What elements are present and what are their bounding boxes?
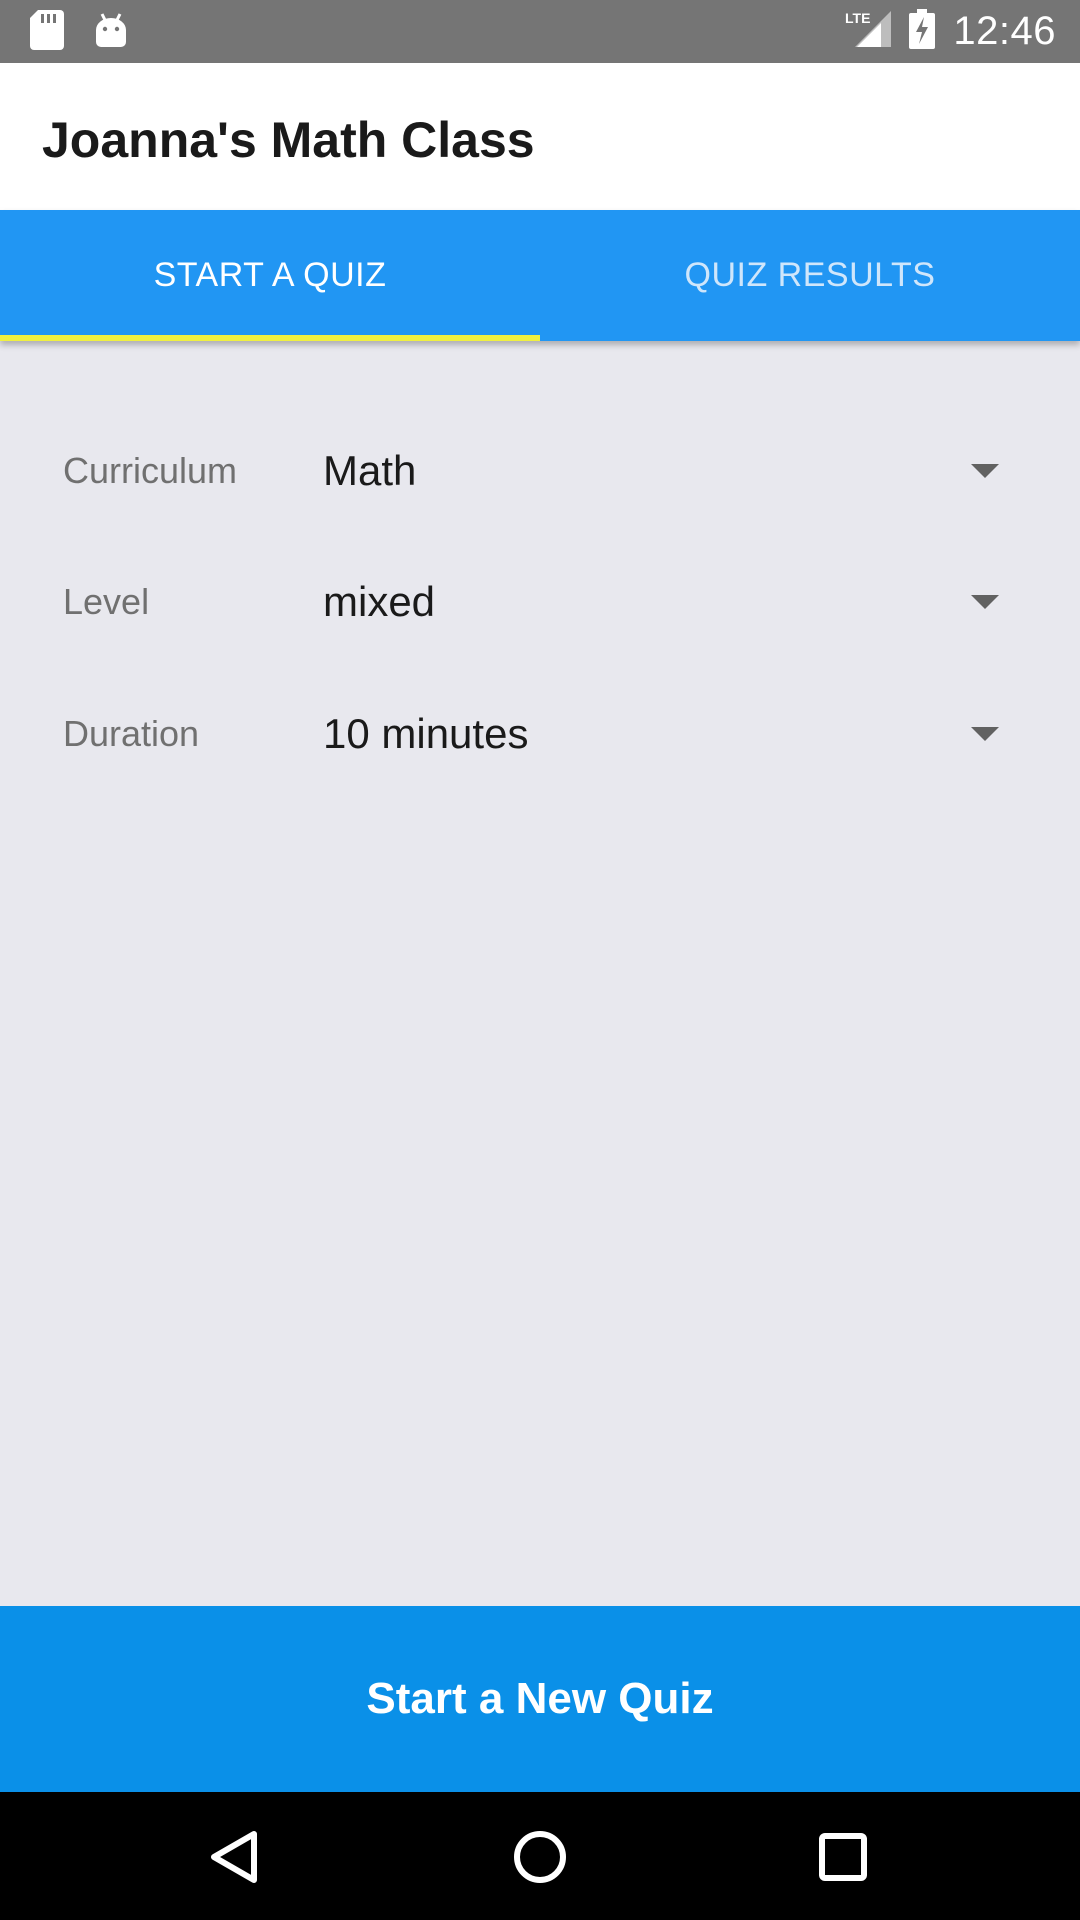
curriculum-dropdown[interactable]: Math — [300, 416, 1040, 526]
home-icon[interactable] — [505, 1822, 575, 1892]
start-new-quiz-button[interactable]: Start a New Quiz — [0, 1606, 1080, 1792]
duration-dropdown[interactable]: 10 minutes — [300, 679, 1040, 789]
level-row: Level mixed — [0, 547, 1080, 657]
tab-indicator — [0, 335, 540, 341]
level-label: Level — [63, 581, 150, 622]
level-value: mixed — [323, 578, 436, 625]
sd-card-icon — [30, 10, 64, 55]
lte-label: LTE — [845, 10, 870, 26]
duration-row: Duration 10 minutes — [0, 679, 1080, 789]
tab-label: START A QUIZ — [153, 256, 387, 294]
page-title: Joanna's Math Class — [42, 112, 535, 168]
curriculum-row: Curriculum Math — [0, 416, 1080, 526]
duration-label: Duration — [63, 713, 200, 754]
android-icon — [94, 12, 128, 53]
curriculum-value: Math — [323, 447, 417, 494]
signal-icon: LTE — [845, 9, 892, 54]
tab-start-a-quiz[interactable]: START A QUIZ — [0, 210, 540, 341]
duration-value: 10 minutes — [323, 710, 529, 757]
app-bar: Joanna's Math Class — [0, 63, 1080, 210]
tab-label: QUIZ RESULTS — [684, 256, 936, 294]
back-icon[interactable] — [200, 1822, 270, 1892]
battery-charging-icon — [909, 9, 936, 54]
tab-bar: START A QUIZ QUIZ RESULTS — [0, 210, 1080, 341]
dropdown-arrow-icon — [971, 464, 999, 478]
recents-icon[interactable] — [808, 1822, 878, 1892]
curriculum-label: Curriculum — [63, 450, 238, 491]
status-bar: LTE 12:46 — [0, 0, 1080, 63]
tab-quiz-results[interactable]: QUIZ RESULTS — [540, 210, 1080, 341]
dropdown-arrow-icon — [971, 727, 999, 741]
navigation-bar — [0, 1792, 1080, 1920]
dropdown-arrow-icon — [971, 595, 999, 609]
level-dropdown[interactable]: mixed — [300, 547, 1040, 657]
clock: 12:46 — [953, 9, 1056, 53]
